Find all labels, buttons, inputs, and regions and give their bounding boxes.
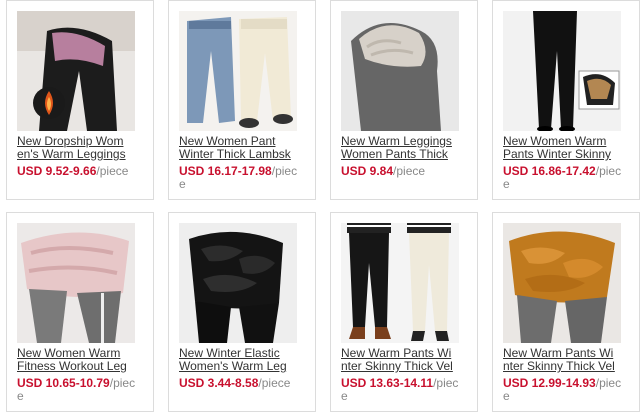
price-unit: /piece xyxy=(96,164,129,178)
product-price: USD 3.44-8.58/piece xyxy=(179,377,303,390)
product-image[interactable] xyxy=(503,223,621,343)
product-price: USD 16.86-17.42/piece xyxy=(503,165,627,191)
product-price: USD 12.99-14.93/piece xyxy=(503,377,627,403)
product-image[interactable] xyxy=(341,223,459,343)
product-title-line: Women's Warm Leg xyxy=(179,360,287,373)
price-amount: USD 13.63-14.11 xyxy=(341,376,434,390)
product-card[interactable]: New Warm Pants Wi nter Skinny Thick Vel … xyxy=(330,212,478,412)
product-title[interactable]: New Dropship Wom en's Warm Leggings xyxy=(17,135,137,163)
product-title[interactable]: New Women Warm Pants Winter Skinny xyxy=(503,135,623,163)
product-title[interactable]: New Warm Pants Wi nter Skinny Thick Vel xyxy=(503,347,623,375)
price-amount: USD 16.86-17.42 xyxy=(503,164,596,178)
product-title-line: Fitness Workout Leg xyxy=(17,360,127,373)
product-card[interactable]: New Women Warm Pants Winter Skinny USD 1… xyxy=(492,0,640,200)
price-amount: USD 12.99-14.93 xyxy=(503,376,596,390)
product-image[interactable] xyxy=(179,223,297,343)
product-image[interactable] xyxy=(179,11,297,131)
price-unit: /piece xyxy=(258,376,291,390)
product-title-line: New Women Pant xyxy=(179,135,276,148)
product-price: USD 9.52-9.66/piece xyxy=(17,165,141,178)
product-image[interactable] xyxy=(17,223,135,343)
price-amount: USD 16.17-17.98 xyxy=(179,164,272,178)
product-image[interactable] xyxy=(17,11,135,131)
product-title-line: New Winter Elastic xyxy=(179,347,280,360)
product-card[interactable]: New Winter Elastic Women's Warm Leg USD … xyxy=(168,212,316,412)
price-unit: /piece xyxy=(393,164,426,178)
product-grid: New Dropship Wom en's Warm Leggings USD … xyxy=(0,0,640,414)
price-amount: USD 10.65-10.79 xyxy=(17,376,110,390)
product-title[interactable]: New Warm Leggings Women Pants Thick xyxy=(341,135,461,163)
product-price: USD 13.63-14.11/piece xyxy=(341,377,465,403)
product-title-line: Pants Winter Skinny xyxy=(503,148,612,161)
product-title-line: New Dropship Wom xyxy=(17,135,124,148)
price-amount: USD 9.84 xyxy=(341,164,394,178)
product-title-line: New Women Warm xyxy=(503,135,607,148)
product-title-line: New Women Warm xyxy=(17,347,121,360)
product-title-line: nter Skinny Thick Vel xyxy=(503,360,615,373)
product-title-line: nter Skinny Thick Vel xyxy=(341,360,453,373)
product-card[interactable]: New Warm Leggings Women Pants Thick USD … xyxy=(330,0,478,200)
product-title[interactable]: New Winter Elastic Women's Warm Leg xyxy=(179,347,299,375)
product-card[interactable]: New Women Pant Winter Thick Lambsk USD 1… xyxy=(168,0,316,200)
price-amount: USD 9.52-9.66 xyxy=(17,164,97,178)
product-title-line: Winter Thick Lambsk xyxy=(179,148,291,161)
product-image[interactable] xyxy=(503,11,621,131)
product-title-line: en's Warm Leggings xyxy=(17,148,126,161)
product-price: USD 16.17-17.98/piece xyxy=(179,165,303,191)
product-price: USD 10.65-10.79/piece xyxy=(17,377,141,403)
product-title[interactable]: New Women Pant Winter Thick Lambsk xyxy=(179,135,299,163)
product-price: USD 9.84/piece xyxy=(341,165,465,178)
product-title-line: Women Pants Thick xyxy=(341,148,448,161)
product-card[interactable]: New Dropship Wom en's Warm Leggings USD … xyxy=(6,0,154,200)
product-title-line: New Warm Pants Wi xyxy=(503,347,614,360)
product-image[interactable] xyxy=(341,11,459,131)
product-card[interactable]: New Women Warm Fitness Workout Leg USD 1… xyxy=(6,212,154,412)
product-title[interactable]: New Warm Pants Wi nter Skinny Thick Vel xyxy=(341,347,461,375)
product-card[interactable]: New Warm Pants Wi nter Skinny Thick Vel … xyxy=(492,212,640,412)
price-amount: USD 3.44-8.58 xyxy=(179,376,259,390)
product-title-line: New Warm Leggings xyxy=(341,135,452,148)
product-title[interactable]: New Women Warm Fitness Workout Leg xyxy=(17,347,137,375)
product-title-line: New Warm Pants Wi xyxy=(341,347,452,360)
